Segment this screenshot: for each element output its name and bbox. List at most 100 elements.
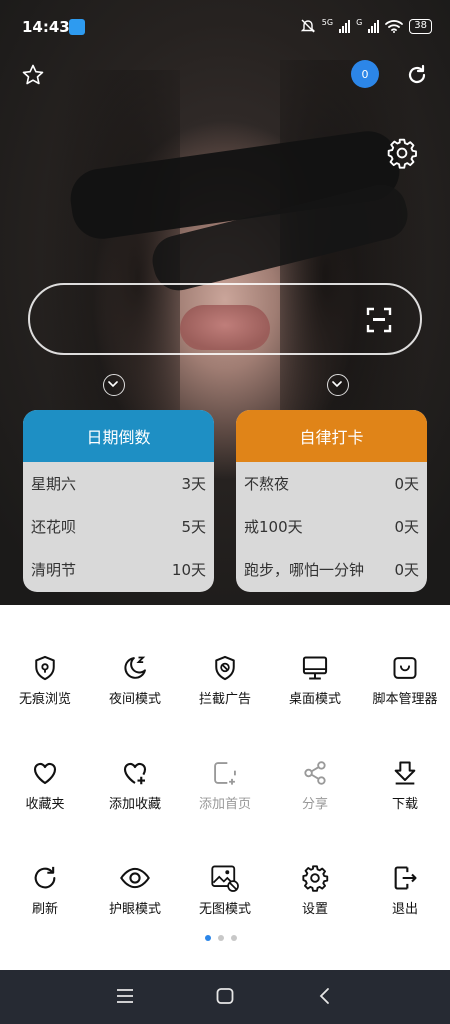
- download-icon: [389, 757, 421, 789]
- row-label: 清明节: [31, 561, 77, 579]
- menu-icon: [117, 989, 133, 1003]
- row-label: 星期六: [31, 475, 77, 493]
- signal-5g-label: 5G: [321, 18, 334, 27]
- signal-g-label: G: [356, 18, 363, 27]
- row-label: 不熬夜: [244, 475, 290, 493]
- star-icon: [22, 64, 44, 85]
- scan-button[interactable]: [366, 307, 392, 337]
- row-value: 0天: [394, 561, 419, 579]
- row-label: 还花呗: [31, 518, 77, 536]
- menu-label: 护眼模式: [108, 902, 161, 917]
- habit-row[interactable]: 跑步，哪怕一分钟 0天: [236, 548, 427, 591]
- habit-row[interactable]: 戒100天 0天: [236, 505, 427, 548]
- tab-count-badge[interactable]: 0: [351, 60, 379, 88]
- menu-label: 桌面模式: [288, 692, 341, 707]
- add-home-icon: [209, 757, 241, 789]
- menu-label: 添加首页: [198, 797, 251, 812]
- menu-label: 下载: [391, 797, 418, 812]
- add-to-home-button[interactable]: 添加首页: [180, 757, 270, 812]
- countdown-card-title: 日期倒数: [23, 410, 214, 462]
- menu-label: 无图模式: [198, 902, 251, 917]
- shield-eye-icon: [29, 652, 61, 684]
- reload-button[interactable]: [404, 62, 430, 88]
- no-image-icon: [209, 862, 241, 894]
- search-bar[interactable]: [28, 283, 422, 355]
- back-icon: [319, 988, 329, 1004]
- signal-icon-2: [368, 19, 380, 33]
- menu-label: 刷新: [31, 902, 58, 917]
- moon-icon: [119, 652, 151, 684]
- ad-block-button[interactable]: 拦截广告: [180, 652, 270, 707]
- heart-plus-icon: [119, 757, 151, 789]
- menu-label: 脚本管理器: [372, 692, 438, 707]
- eye-care-button[interactable]: 护眼模式: [90, 862, 180, 917]
- night-mode-button[interactable]: 夜间模式: [90, 652, 180, 707]
- script-manager-button[interactable]: 脚本管理器: [360, 652, 450, 707]
- gear-icon: [387, 138, 417, 169]
- page-dot-active: [205, 935, 211, 941]
- favorite-star-button[interactable]: [20, 62, 46, 88]
- home-square-icon: [216, 988, 234, 1004]
- wifi-icon: [385, 20, 404, 33]
- page-dot: [231, 935, 237, 941]
- menu-nav-button[interactable]: [114, 984, 136, 1012]
- chevron-down-icon[interactable]: [327, 374, 349, 396]
- desktop-mode-button[interactable]: 桌面模式: [270, 652, 360, 707]
- menu-label: 收藏夹: [25, 797, 65, 812]
- settings-button[interactable]: [385, 136, 419, 170]
- signal-icon: [339, 19, 351, 33]
- countdown-row[interactable]: 还花呗 5天: [23, 505, 214, 548]
- menu-label: 拦截广告: [198, 692, 251, 707]
- exit-icon: [389, 862, 421, 894]
- back-nav-button[interactable]: [314, 984, 336, 1012]
- eye-icon: [119, 862, 151, 894]
- quick-menu-panel: 无痕浏览 夜间模式 拦截广告 桌面模式 脚本管理器 收藏夹 添加收藏 添加首页 …: [0, 605, 450, 970]
- bookmarks-button[interactable]: 收藏夹: [0, 757, 90, 812]
- status-time: 14:43: [22, 18, 70, 36]
- refresh-icon: [29, 862, 61, 894]
- incognito-button[interactable]: 无痕浏览: [0, 652, 90, 707]
- habit-card-title: 自律打卡: [236, 410, 427, 462]
- monitor-icon: [299, 652, 331, 684]
- countdown-row[interactable]: 清明节 10天: [23, 548, 214, 591]
- countdown-card[interactable]: 日期倒数 星期六 3天 还花呗 5天 清明节 10天: [23, 410, 214, 592]
- no-image-button[interactable]: 无图模式: [180, 862, 270, 917]
- menu-label: 添加收藏: [108, 797, 161, 812]
- menu-label: 分享: [301, 797, 328, 812]
- habit-row[interactable]: 不熬夜 0天: [236, 462, 427, 505]
- mute-icon: [300, 19, 315, 33]
- row-value: 0天: [394, 475, 419, 493]
- home-nav-button[interactable]: [214, 984, 236, 1012]
- menu-label: 夜间模式: [108, 692, 161, 707]
- gear-icon: [299, 862, 331, 894]
- download-button[interactable]: 下载: [360, 757, 450, 812]
- add-bookmark-button[interactable]: 添加收藏: [90, 757, 180, 812]
- menu-label: 退出: [391, 902, 418, 917]
- shield-block-icon: [209, 652, 241, 684]
- row-value: 5天: [181, 518, 206, 536]
- system-nav-bar: [0, 970, 450, 1024]
- settings-menu-button[interactable]: 设置: [270, 862, 360, 917]
- page-dot: [218, 935, 224, 941]
- refresh-button[interactable]: 刷新: [0, 862, 90, 917]
- row-value: 3天: [181, 475, 206, 493]
- share-button[interactable]: 分享: [270, 757, 360, 812]
- menu-label: 无痕浏览: [18, 692, 71, 707]
- habit-card[interactable]: 自律打卡 不熬夜 0天 戒100天 0天 跑步，哪怕一分钟 0天: [236, 410, 427, 592]
- heart-icon: [29, 757, 61, 789]
- script-icon: [389, 652, 421, 684]
- cloud-icon: [69, 19, 85, 35]
- row-value: 0天: [394, 518, 419, 536]
- row-label: 戒100天: [244, 518, 303, 536]
- exit-button[interactable]: 退出: [360, 862, 450, 917]
- countdown-row[interactable]: 星期六 3天: [23, 462, 214, 505]
- refresh-icon: [408, 64, 426, 84]
- row-label: 跑步，哪怕一分钟: [244, 561, 365, 579]
- row-value: 10天: [171, 561, 206, 579]
- menu-label: 设置: [301, 902, 328, 917]
- scan-icon: [366, 307, 392, 333]
- status-bar: 14:43 5G G 38: [0, 0, 450, 56]
- share-icon: [299, 757, 331, 789]
- page-indicator: [205, 935, 237, 941]
- chevron-down-icon[interactable]: [103, 374, 125, 396]
